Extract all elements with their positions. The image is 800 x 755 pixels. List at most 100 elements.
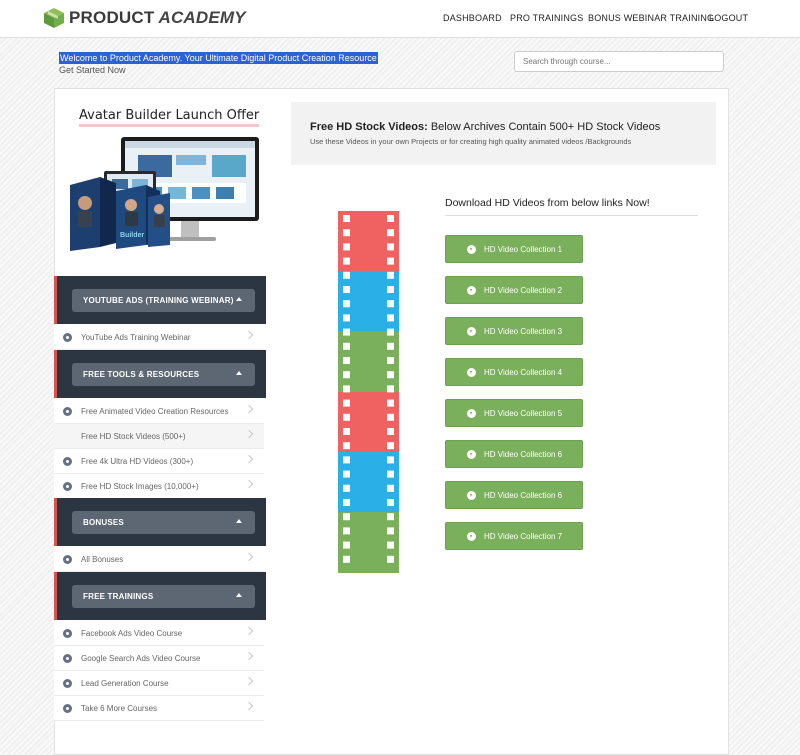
section-toggle-free-trainings[interactable]: FREE TRAININGS [72, 585, 255, 608]
get-started-link[interactable]: Get Started Now [59, 65, 126, 75]
film-hole [343, 229, 350, 237]
film-hole [343, 499, 350, 506]
sidebar-item-google-search-ads-course[interactable]: Google Search Ads Video Course [54, 646, 264, 671]
play-circle-icon [63, 406, 72, 416]
film-hole [387, 555, 394, 563]
download-button-2[interactable]: HD Video Collection 2 [445, 276, 583, 304]
nav-pro-trainings[interactable]: PRO TRAININGS [510, 13, 583, 23]
sidebar-item-4k-videos[interactable]: Free 4k Ultra HD Videos (300+) [54, 449, 264, 474]
download-icon [467, 409, 476, 418]
section-free-tools: FREE TOOLS & RESOURCES [54, 350, 266, 398]
film-hole [343, 357, 350, 364]
film-hole [387, 541, 394, 549]
download-button-3[interactable]: HD Video Collection 3 [445, 317, 583, 345]
promo-title: Avatar Builder Launch Offer [79, 108, 260, 127]
download-button-5[interactable]: HD Video Collection 5 [445, 399, 583, 427]
page-title: Free HD Stock Videos: Below Archives Con… [310, 121, 661, 133]
play-circle-icon [63, 678, 72, 688]
sidebar-item-hd-stock-videos[interactable]: Free HD Stock Videos (500+) [54, 424, 264, 449]
caret-up-icon [236, 371, 242, 375]
top-navbar: PRODUCT ACADEMY DASHBOARD PRO TRAININGS B… [0, 0, 800, 38]
logo[interactable]: PRODUCT ACADEMY [43, 7, 246, 29]
film-hole [343, 413, 350, 421]
download-icon [467, 491, 476, 500]
sidebar-item-more-courses[interactable]: Take 6 More Courses [54, 696, 264, 721]
film-hole [343, 399, 350, 407]
film-hole [387, 499, 394, 506]
film-strip-icon [338, 211, 399, 573]
sidebar-item-youtube-ads-webinar[interactable]: YouTube Ads Training Webinar [54, 325, 264, 350]
download-button-7[interactable]: HD Video Collection 6 [445, 481, 583, 509]
section-bonuses: BONUSES [54, 498, 266, 546]
section-toggle-youtube-ads[interactable]: YOUTUBE ADS (TRAINING WEBINAR) [72, 289, 255, 312]
nav-bonus-webinar-training[interactable]: BONUS WEBINAR TRAINING [588, 13, 714, 23]
sidebar-item-hd-stock-images[interactable]: Free HD Stock Images (10,000+) [54, 474, 264, 499]
film-hole [387, 428, 394, 435]
chevron-right-icon [244, 701, 254, 711]
film-hole [343, 300, 350, 308]
film-hole [343, 484, 350, 492]
film-hole [387, 399, 394, 407]
download-button-8[interactable]: HD Video Collection 7 [445, 522, 583, 550]
film-hole [387, 243, 394, 251]
film-hole [343, 456, 350, 464]
film-hole [343, 555, 350, 563]
film-hole [343, 257, 350, 265]
caret-up-icon [236, 519, 242, 523]
sidebar-item-lead-generation-course[interactable]: Lead Generation Course [54, 671, 264, 696]
divider [445, 215, 698, 216]
nav-dashboard[interactable]: DASHBOARD [443, 13, 502, 23]
film-hole [387, 442, 394, 450]
download-button-4[interactable]: HD Video Collection 4 [445, 358, 583, 386]
chevron-right-icon [244, 479, 254, 489]
sidebar-item-animated-video-resources[interactable]: Free Animated Video Creation Resources [54, 399, 264, 424]
film-hole [387, 328, 394, 336]
sidebar-item-all-bonuses[interactable]: All Bonuses [54, 547, 264, 572]
caret-up-icon [236, 297, 242, 301]
avatar-builder-promo-image[interactable]: Builder [66, 133, 264, 251]
film-hole [387, 271, 394, 279]
download-button-1[interactable]: HD Video Collection 1 [445, 235, 583, 263]
film-hole [343, 271, 350, 279]
film-hole [343, 428, 350, 435]
section-toggle-bonuses[interactable]: BONUSES [72, 511, 255, 534]
film-hole [343, 442, 350, 450]
hero-box [291, 102, 716, 165]
chevron-right-icon [244, 626, 254, 636]
section-free-trainings: FREE TRAININGS [54, 572, 266, 620]
download-heading: Download HD Videos from below links Now! [445, 197, 650, 209]
logo-cube-icon [44, 8, 64, 28]
download-icon [467, 286, 476, 295]
chevron-right-icon [244, 404, 254, 414]
film-hole [387, 484, 394, 492]
film-hole [343, 527, 350, 535]
film-hole [343, 215, 350, 222]
sidebar-item-facebook-ads-course[interactable]: Facebook Ads Video Course [54, 621, 264, 646]
nav-logout[interactable]: LOGOUT [709, 13, 748, 23]
film-hole [387, 385, 394, 393]
film-hole [343, 385, 350, 393]
film-hole [387, 257, 394, 265]
film-hole [387, 215, 394, 222]
film-hole [343, 314, 350, 322]
download-icon [467, 368, 476, 377]
search-input[interactable] [514, 51, 724, 72]
svg-text:Builder: Builder [120, 232, 144, 239]
section-youtube-ads: YOUTUBE ADS (TRAINING WEBINAR) [54, 276, 266, 324]
download-button-6[interactable]: HD Video Collection 6 [445, 440, 583, 468]
film-hole [387, 286, 394, 293]
section-toggle-free-tools[interactable]: FREE TOOLS & RESOURCES [72, 363, 255, 386]
film-hole [387, 342, 394, 350]
logo-text: PRODUCT ACADEMY [69, 8, 246, 27]
chevron-right-icon [244, 429, 254, 439]
film-hole [387, 470, 394, 478]
film-hole [387, 456, 394, 464]
film-hole [387, 413, 394, 421]
chevron-right-icon [244, 676, 254, 686]
film-hole [343, 371, 350, 379]
play-circle-icon [63, 628, 72, 638]
film-hole [387, 314, 394, 322]
play-circle-icon [63, 332, 72, 342]
film-hole [343, 286, 350, 293]
chevron-right-icon [244, 454, 254, 464]
